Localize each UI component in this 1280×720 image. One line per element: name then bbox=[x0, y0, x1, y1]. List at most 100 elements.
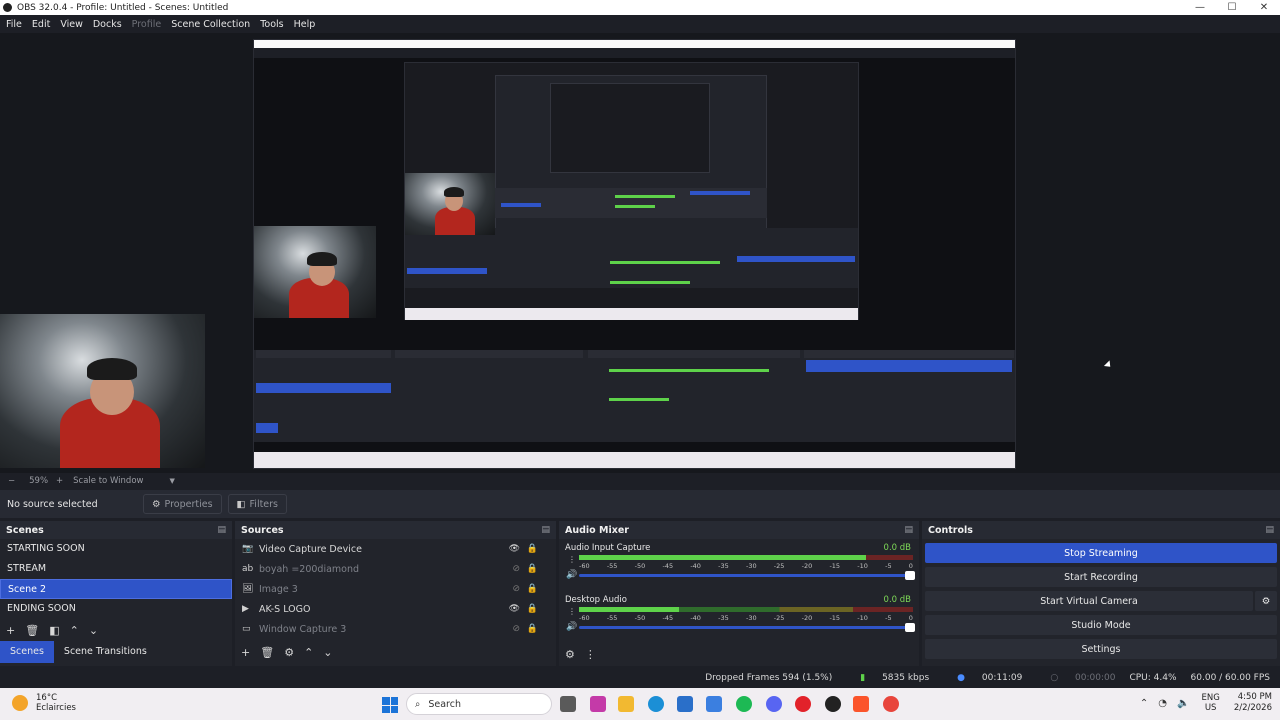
scene-item-scene-2[interactable]: Scene 2 bbox=[0, 579, 232, 599]
eye-hidden-icon[interactable]: ⊘ bbox=[512, 584, 520, 594]
source-item[interactable]: 🖼 Image 3 ⊘ 🔒 bbox=[235, 579, 556, 599]
channel-menu-icon[interactable]: ⋮ bbox=[568, 555, 576, 564]
lock-icon[interactable]: 🔒 bbox=[527, 624, 538, 634]
add-scene-icon[interactable]: + bbox=[6, 624, 15, 637]
taskbar-search[interactable]: ⌕ Search bbox=[406, 693, 552, 715]
move-down-icon[interactable]: ⌄ bbox=[323, 646, 332, 659]
windows-start-icon[interactable] bbox=[382, 697, 398, 713]
scale-tick: -20 bbox=[801, 614, 813, 622]
eye-icon[interactable]: 👁 bbox=[509, 544, 520, 554]
lock-icon[interactable]: 🔒 bbox=[527, 584, 538, 594]
scale-mode[interactable]: Scale to Window bbox=[73, 476, 143, 486]
menu-scene-collection[interactable]: Scene Collection bbox=[171, 19, 250, 30]
menu-tools[interactable]: Tools bbox=[260, 19, 283, 30]
eye-hidden-icon[interactable]: ⊘ bbox=[512, 564, 520, 574]
start-virtual-camera-button[interactable]: Start Virtual Camera bbox=[925, 591, 1253, 611]
record-time: 00:00:00 bbox=[1075, 673, 1116, 683]
dock-menu-icon[interactable]: ▤ bbox=[217, 525, 226, 535]
move-down-icon[interactable]: ⌄ bbox=[89, 624, 98, 637]
level-meter bbox=[579, 607, 913, 612]
volume-slider[interactable] bbox=[579, 623, 915, 632]
taskbar-clock[interactable]: 4:50 PM 2/2/2026 bbox=[1234, 692, 1272, 714]
mixer-menu-icon[interactable]: ⋮ bbox=[585, 648, 596, 661]
file-explorer-icon[interactable] bbox=[618, 696, 634, 712]
bitrate: ▮ 5835 kbps bbox=[846, 673, 929, 683]
speaker-icon[interactable]: 🔊 bbox=[566, 570, 577, 580]
menu-docks[interactable]: Docks bbox=[93, 19, 122, 30]
source-item[interactable]: ▶ AK-S LOGO 👁 🔒 bbox=[235, 599, 556, 619]
preview-area[interactable] bbox=[0, 33, 1280, 473]
wifi-icon[interactable]: ◔ bbox=[1158, 698, 1167, 709]
tab-scene-transitions[interactable]: Scene Transitions bbox=[54, 641, 157, 663]
volume-slider[interactable] bbox=[579, 571, 915, 580]
edge-browser-icon[interactable] bbox=[648, 696, 664, 712]
audio-mixer-dock: Audio Mixer ▤ Audio Input Capture 0.0 dB … bbox=[559, 521, 919, 666]
fps: 60.00 / 60.00 FPS bbox=[1190, 673, 1270, 683]
advanced-audio-gear-icon[interactable]: ⚙ bbox=[565, 648, 575, 661]
source-item[interactable]: 📷 Video Capture Device 👁 🔒 bbox=[235, 539, 556, 559]
move-up-icon[interactable]: ⌃ bbox=[70, 624, 79, 637]
dock-menu-icon[interactable]: ▤ bbox=[904, 525, 913, 535]
obs-app-icon[interactable] bbox=[825, 696, 841, 712]
photos-app-icon[interactable] bbox=[706, 696, 722, 712]
zoom-out-button[interactable]: − bbox=[8, 476, 15, 486]
move-up-icon[interactable]: ⌃ bbox=[304, 646, 313, 659]
source-item[interactable]: ▭ Window Capture 3 ⊘ 🔒 bbox=[235, 619, 556, 639]
remove-source-icon[interactable]: 🗑 bbox=[260, 646, 274, 659]
menu-profile[interactable]: Profile bbox=[132, 19, 162, 30]
volume-icon[interactable]: 🔈 bbox=[1177, 698, 1189, 709]
chrome-icon[interactable] bbox=[883, 696, 899, 712]
start-recording-button[interactable]: Start Recording bbox=[925, 567, 1277, 587]
virtual-camera-gear-icon[interactable]: ⚙ bbox=[1255, 591, 1277, 611]
dock-menu-icon[interactable]: ▤ bbox=[1265, 525, 1274, 535]
scene-item-starting-soon[interactable]: STARTING SOON bbox=[0, 539, 232, 559]
chevron-up-icon[interactable]: ⌃ bbox=[1140, 698, 1148, 709]
maximize-button[interactable]: ☐ bbox=[1216, 0, 1248, 15]
scene-filters-icon[interactable]: ◧ bbox=[49, 624, 59, 637]
store-app-icon[interactable] bbox=[677, 696, 693, 712]
scene-item-stream[interactable]: STREAM bbox=[0, 559, 232, 579]
discord-icon[interactable] bbox=[766, 696, 782, 712]
add-source-icon[interactable]: + bbox=[241, 646, 250, 659]
lock-icon[interactable]: 🔒 bbox=[527, 544, 538, 554]
instagram-app-icon[interactable] bbox=[590, 696, 606, 712]
dock-menu-icon[interactable]: ▤ bbox=[541, 525, 550, 535]
scale-tick: -50 bbox=[634, 614, 646, 622]
studio-mode-button[interactable]: Studio Mode bbox=[925, 615, 1277, 635]
lock-icon[interactable]: 🔒 bbox=[527, 564, 538, 574]
brave-icon[interactable] bbox=[853, 696, 869, 712]
menu-help[interactable]: Help bbox=[294, 19, 316, 30]
eye-icon[interactable]: 👁 bbox=[509, 604, 520, 614]
preview-canvas[interactable] bbox=[253, 39, 1016, 469]
signal-icon: ▮ bbox=[860, 673, 866, 683]
language-indicator[interactable]: ENG US bbox=[1201, 693, 1219, 713]
settings-button[interactable]: Settings bbox=[925, 639, 1277, 659]
source-item[interactable]: ab boyah =200diamond ⊘ 🔒 bbox=[235, 559, 556, 579]
spotify-icon[interactable] bbox=[736, 696, 752, 712]
close-button[interactable]: ✕ bbox=[1248, 0, 1280, 15]
channel-menu-icon[interactable]: ⋮ bbox=[568, 607, 576, 616]
remove-scene-icon[interactable]: 🗑 bbox=[25, 624, 39, 637]
scene-item-ending-soon[interactable]: ENDING SOON bbox=[0, 599, 232, 619]
minimize-button[interactable]: — bbox=[1184, 0, 1216, 15]
system-tray: ⌃ ◔ 🔈 ENG US 4:50 PM 2/2/2026 bbox=[1130, 692, 1272, 714]
properties-button[interactable]: ⚙ Properties bbox=[143, 494, 222, 514]
tab-scenes[interactable]: Scenes bbox=[0, 641, 54, 663]
scale-tick: -60 bbox=[579, 562, 590, 570]
sources-dock: Sources ▤ 📷 Video Capture Device 👁 🔒 ab b… bbox=[235, 521, 556, 666]
speaker-icon[interactable]: 🔊 bbox=[566, 622, 577, 632]
source-gear-icon[interactable]: ⚙ bbox=[284, 646, 294, 659]
source-toolbar: No source selected ⚙ Properties ◧ Filters bbox=[0, 490, 1280, 518]
terminal-app-icon[interactable] bbox=[560, 696, 576, 712]
menu-edit[interactable]: Edit bbox=[32, 19, 50, 30]
opera-icon[interactable] bbox=[795, 696, 811, 712]
stop-streaming-button[interactable]: Stop Streaming bbox=[925, 543, 1277, 563]
filters-button[interactable]: ◧ Filters bbox=[227, 494, 288, 514]
chevron-down-icon[interactable]: ▼ bbox=[169, 477, 174, 485]
zoom-in-button[interactable]: + bbox=[56, 476, 63, 486]
menu-file[interactable]: File bbox=[6, 19, 22, 30]
eye-hidden-icon[interactable]: ⊘ bbox=[512, 624, 520, 634]
menu-view[interactable]: View bbox=[60, 19, 83, 30]
lock-icon[interactable]: 🔒 bbox=[527, 604, 538, 614]
weather-widget[interactable]: 16°C Eclaircies bbox=[12, 693, 76, 713]
